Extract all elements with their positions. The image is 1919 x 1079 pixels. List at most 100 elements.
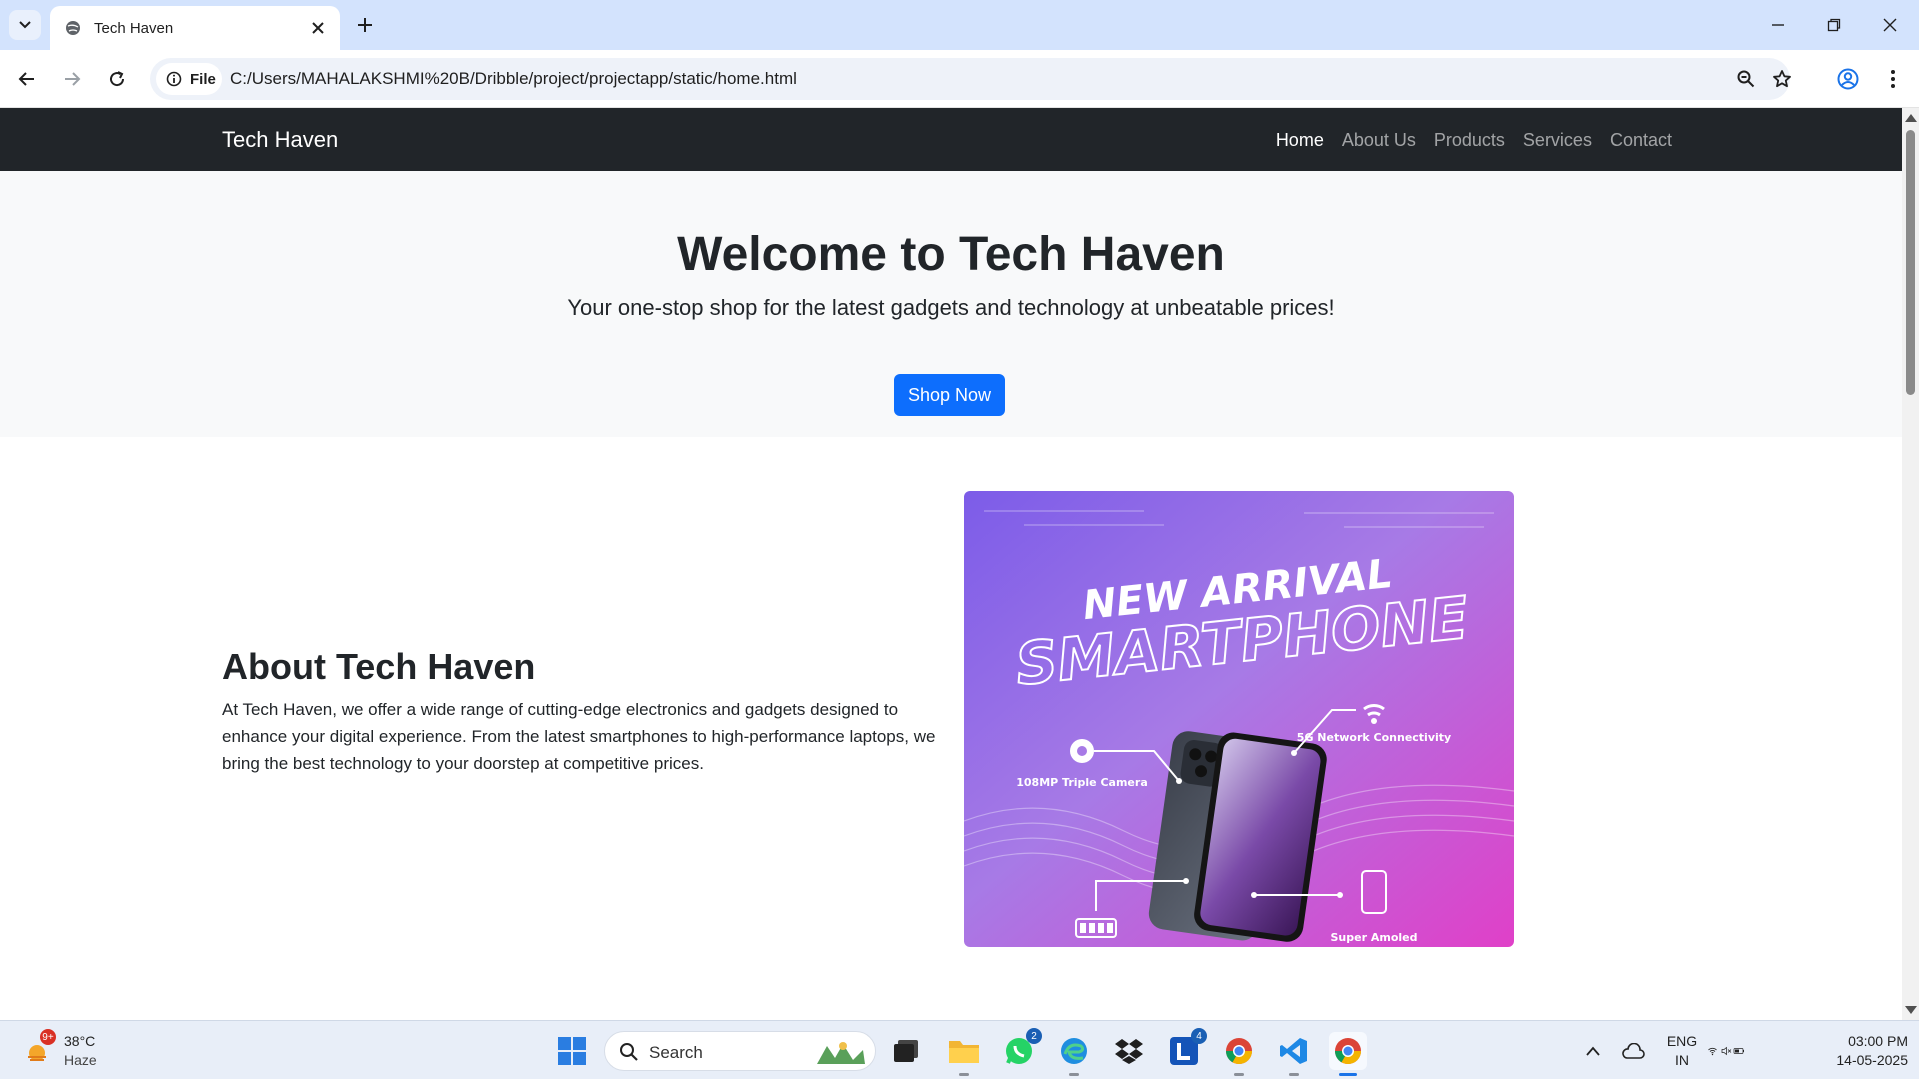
- nav-link-products[interactable]: Products: [1434, 130, 1505, 151]
- clock-time[interactable]: 03:00 PM: [1808, 1033, 1908, 1049]
- restore-button[interactable]: [1814, 10, 1854, 40]
- page-scrollbar[interactable]: [1902, 108, 1919, 1020]
- taskbar-file-explorer[interactable]: [945, 1032, 983, 1076]
- cloud-icon: [1622, 1043, 1645, 1059]
- minimize-button[interactable]: [1758, 10, 1798, 40]
- chrome-icon: [1225, 1038, 1253, 1065]
- chrome-icon: [1334, 1038, 1362, 1065]
- address-bar[interactable]: File C:/Users/MAHALAKSHMI%20B/Dribble/pr…: [150, 58, 1791, 100]
- onedrive-tray[interactable]: [1614, 1032, 1652, 1070]
- weather-alert-badge: 9+: [40, 1029, 56, 1045]
- taskbar-chrome-active[interactable]: [1329, 1032, 1367, 1076]
- browser-tab[interactable]: Tech Haven: [50, 6, 340, 50]
- arrow-left-icon: [18, 72, 34, 86]
- weather-temp: 38°C: [64, 1033, 96, 1049]
- show-hidden-icons-button[interactable]: [1574, 1032, 1612, 1070]
- network-volume-battery-icons: [1708, 1046, 1744, 1056]
- vscode-icon: [1280, 1038, 1307, 1064]
- dropbox-icon: [1115, 1039, 1143, 1064]
- new-tab-button[interactable]: [352, 12, 378, 38]
- scrollbar-thumb[interactable]: [1906, 130, 1915, 395]
- scroll-down-icon[interactable]: [1905, 1006, 1917, 1014]
- nav-link-about-us[interactable]: About Us: [1342, 130, 1416, 151]
- tab-search-button[interactable]: [9, 10, 41, 40]
- folder-icon: [949, 1041, 979, 1063]
- more-vertical-icon: [1891, 70, 1895, 88]
- clock-date[interactable]: 14-05-2025: [1808, 1052, 1908, 1068]
- site-chip-label: File: [190, 70, 216, 88]
- profile-icon: [1837, 68, 1859, 90]
- reload-button[interactable]: [100, 62, 134, 96]
- windows-logo-icon: [558, 1037, 586, 1065]
- weather-widget[interactable]: 9+ 38°C Haze: [18, 1029, 138, 1073]
- page-viewport: Tech Haven Home About Us Products Servic…: [0, 108, 1902, 1020]
- running-indicator: [1234, 1073, 1244, 1076]
- nav-link-home[interactable]: Home: [1276, 130, 1324, 151]
- site-info-chip[interactable]: File: [156, 63, 222, 95]
- chevron-down-icon: [19, 21, 31, 29]
- bookmark-star-icon[interactable]: [1768, 65, 1796, 93]
- taskbar-dropbox[interactable]: [1110, 1032, 1148, 1070]
- shop-now-button[interactable]: Shop Now: [894, 374, 1005, 416]
- task-view-icon: [894, 1040, 918, 1062]
- reload-icon: [110, 71, 125, 87]
- hero-section: Welcome to Tech Haven Your one-stop shop…: [0, 171, 1902, 437]
- about-title: About Tech Haven: [222, 646, 536, 687]
- hero-title: Welcome to Tech Haven: [677, 228, 1225, 281]
- site-brand[interactable]: Tech Haven: [222, 127, 338, 153]
- edge-icon: [1061, 1038, 1087, 1064]
- weather-desc: Haze: [64, 1052, 97, 1068]
- start-button[interactable]: [553, 1032, 591, 1070]
- restore-icon: [1827, 18, 1841, 32]
- site-nav-links: Home About Us Products Services Contact: [1276, 130, 1672, 151]
- nav-link-contact[interactable]: Contact: [1610, 130, 1672, 151]
- taskbar-edge[interactable]: [1055, 1032, 1093, 1076]
- search-highlight-icon: [813, 1038, 867, 1071]
- taskbar-chrome[interactable]: [1220, 1032, 1258, 1076]
- windows-taskbar: 9+ 38°C Haze Search 2 4 ENG IN 03:00 PM …: [0, 1020, 1919, 1079]
- back-button[interactable]: [10, 62, 44, 96]
- forward-button[interactable]: [55, 62, 89, 96]
- plus-icon: [358, 18, 372, 32]
- quick-settings[interactable]: [1707, 1032, 1745, 1070]
- hero-subtitle: Your one-stop shop for the latest gadget…: [567, 295, 1335, 320]
- close-icon: [1883, 18, 1897, 32]
- zoom-icon[interactable]: [1732, 65, 1760, 93]
- taskbar-vscode[interactable]: [1275, 1032, 1313, 1076]
- info-icon: [166, 71, 182, 87]
- site-navbar: Tech Haven Home About Us Products Servic…: [0, 108, 1902, 171]
- search-label: Search: [649, 1043, 703, 1062]
- arrow-right-icon: [65, 72, 81, 86]
- running-indicator: [959, 1073, 969, 1076]
- browser-toolbar: File C:/Users/MAHALAKSHMI%20B/Dribble/pr…: [0, 50, 1919, 108]
- promo-network-label: 5G Network Connectivity: [1297, 731, 1451, 744]
- running-indicator: [1289, 1073, 1299, 1076]
- taskbar-whatsapp[interactable]: 2: [1000, 1028, 1042, 1070]
- whatsapp-badge: 2: [1026, 1028, 1042, 1044]
- about-text: At Tech Haven, we offer a wide range of …: [222, 700, 936, 773]
- browser-tab-strip: Tech Haven: [0, 0, 1919, 50]
- profile-button[interactable]: [1831, 62, 1865, 96]
- scroll-up-icon[interactable]: [1905, 114, 1917, 122]
- search-icon: [619, 1042, 639, 1067]
- close-tab-icon[interactable]: [306, 16, 330, 40]
- running-indicator: [1069, 1073, 1079, 1076]
- nav-link-services[interactable]: Services: [1523, 130, 1592, 151]
- taskbar-task-view[interactable]: [887, 1032, 925, 1070]
- close-window-button[interactable]: [1870, 10, 1910, 40]
- tab-title: Tech Haven: [94, 19, 174, 37]
- taskbar-l-app[interactable]: 4: [1165, 1028, 1207, 1070]
- active-indicator: [1339, 1073, 1357, 1076]
- input-language[interactable]: ENG: [1664, 1033, 1700, 1049]
- input-region[interactable]: IN: [1664, 1052, 1700, 1068]
- url-text[interactable]: C:/Users/MAHALAKSHMI%20B/Dribble/project…: [230, 69, 797, 89]
- chevron-up-icon: [1586, 1046, 1600, 1056]
- l-app-badge: 4: [1191, 1028, 1207, 1044]
- browser-menu-button[interactable]: [1876, 62, 1910, 96]
- globe-icon: [64, 19, 82, 37]
- taskbar-search[interactable]: Search: [604, 1031, 876, 1071]
- new-arrival-promo-image: NEW ARRIVAL SMARTPHONE 108MP Triple Came…: [964, 491, 1514, 947]
- promo-display-label: Super Amoled: [1331, 931, 1418, 944]
- minimize-icon: [1772, 24, 1784, 26]
- promo-camera-label: 108MP Triple Camera: [1016, 776, 1148, 789]
